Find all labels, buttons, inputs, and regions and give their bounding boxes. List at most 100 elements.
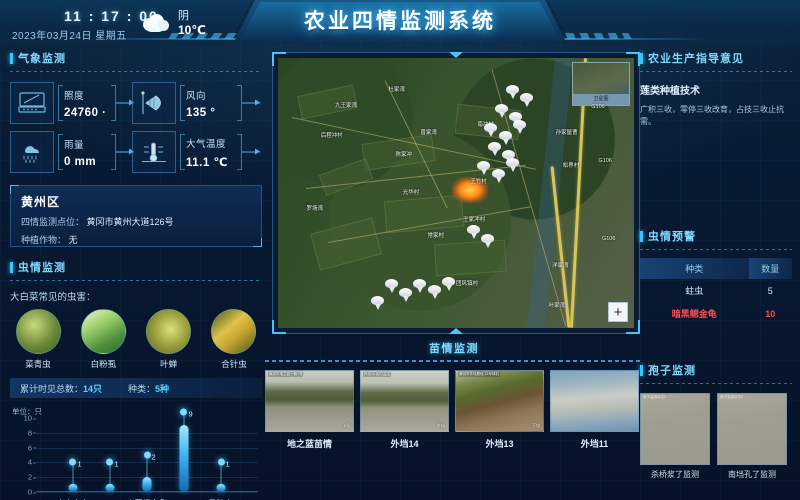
spore-feed-thumbnail[interactable]: 孢子监测点位2 (717, 393, 787, 465)
chart-bar[interactable]: 2小菜蛾金龟 (127, 418, 167, 500)
map-location-marker-icon[interactable] (477, 160, 491, 175)
camera-item[interactable]: 外垱14 实时监控 外垱 外垱14 (360, 370, 449, 450)
panel-accent-bar (640, 364, 643, 376)
map-canvas[interactable]: 卫星图 + 杜家湾九王家湾后程冲村曾家湾南冲村孙家屋曹陈家冲松界村王竹村光华村罗… (278, 58, 634, 328)
map-location-marker-icon[interactable] (491, 168, 505, 183)
pest-label: 叶蝉 (160, 359, 178, 369)
pest-item[interactable]: 叶蝉 (141, 309, 197, 370)
map-location-marker-icon[interactable] (384, 279, 398, 294)
chart-bar-dot (143, 451, 151, 459)
camera-item[interactable]: 外垱11 (550, 370, 639, 450)
chart-y-tick: 0 (27, 487, 37, 497)
camera-item[interactable]: 黄冈市外垱基地 13号球机 下垱 外垱13 (455, 370, 544, 450)
pest-item[interactable]: 菜青虫 (10, 309, 66, 370)
thermometer-sensor-icon (132, 131, 176, 173)
chart-y-tick: 4 (27, 457, 37, 467)
metric-illuminance: 照度 24760 · (58, 82, 134, 124)
map-place-label: 曾家湾 (420, 130, 437, 137)
map-location-marker-icon[interactable] (488, 141, 502, 156)
map-location-marker-icon[interactable] (512, 120, 526, 135)
panel-accent-bar (640, 52, 643, 64)
guidance-heading: 莲类种植技术 (640, 86, 700, 97)
chart-bar-dot (217, 458, 225, 466)
map-zoom-in-button[interactable]: + (608, 302, 628, 322)
map-place-label: 松界村 (562, 162, 580, 169)
map-place-label: 杜家湾 (388, 87, 405, 93)
camera-osd-corner-text: 外垱 (437, 423, 445, 428)
map-location-marker-icon[interactable] (480, 233, 494, 248)
chart-bar-value: 1 (77, 459, 82, 469)
camera-item[interactable]: 黄冈市地之蓝一期1号 1号 地之蓝苗情 (265, 370, 354, 450)
chart-bar[interactable]: 1马蹄虫 (209, 418, 233, 500)
chart-bar-dot (69, 458, 77, 466)
spore-item[interactable]: 孢子监测点位1 杀桥浆了监测 (640, 393, 710, 480)
map-location-marker-icon[interactable] (399, 287, 413, 302)
map-location-marker-icon[interactable] (505, 157, 519, 172)
page-title: 农业四情监测系统 (304, 10, 496, 33)
cloud-icon (140, 13, 170, 34)
map-location-marker-icon[interactable] (466, 225, 480, 240)
pest-item[interactable]: 合针虫 (206, 309, 262, 370)
map-bottom-marker-icon (449, 328, 463, 334)
clock-time: 11 : 17 : 00 (64, 8, 159, 24)
chart-bar[interactable]: 1 (105, 418, 119, 492)
pest-monitoring-panel: 虫情监测 大白菜常见的虫害： 菜青虫 白粉虱 叶蝉 合针虫 累计时见总数：14只… (10, 259, 262, 398)
spore-item[interactable]: 孢子监测点位2 南垱孔了监测 (717, 393, 787, 480)
map-place-label: 罗场湾 (306, 205, 323, 212)
pest-item[interactable]: 白粉虱 (75, 309, 131, 370)
map-place-label: 王竹村 (470, 178, 487, 185)
map-location-marker-icon[interactable] (427, 284, 441, 299)
camera-feed-thumbnail[interactable]: 黄冈市地之蓝一期1号 1号 (265, 370, 354, 432)
clock-block: 11 : 17 : 00 2023年03月24日 星期五 (12, 8, 159, 42)
chart-bar-fill (68, 484, 78, 492)
region-site-row: 四情监测点位： 黄冈市黄州大道126号 (21, 215, 251, 228)
rain-sensor-icon (10, 131, 54, 173)
map-location-marker-icon[interactable] (520, 93, 534, 108)
pest-photo-leafhopper (146, 309, 192, 354)
metric-illuminance-value: 24760 · (64, 106, 107, 119)
chart-bar-value: 1 (225, 459, 230, 469)
region-site-value: 黄冈市黄州大道126号 (86, 217, 174, 227)
pest-panel-header: 虫情监测 (10, 259, 262, 275)
map-location-marker-icon[interactable] (484, 122, 498, 137)
camera-feed-thumbnail[interactable]: 黄冈市外垱基地 13号球机 下垱 (455, 370, 544, 432)
table-row[interactable]: 蛀虫 5 (640, 279, 792, 302)
map-location-marker-icon[interactable] (505, 85, 519, 99)
chart-bar[interactable]: 1农士害虫 (56, 418, 88, 500)
chart-y-tick: 10 (23, 413, 37, 423)
spore-feed-thumbnail[interactable]: 孢子监测点位1 (640, 393, 710, 465)
map-location-marker-icon[interactable] (495, 103, 509, 118)
cell-count: 5 (767, 285, 773, 296)
region-crop-row: 种植作物： 无 (21, 233, 251, 246)
camera-osd-text: 黄冈市外垱基地 13号球机 (458, 372, 500, 377)
pest-photo-cabbage-worm (15, 309, 61, 354)
map-location-marker-icon[interactable] (413, 279, 427, 294)
map-place-label: 后程冲村 (320, 132, 343, 139)
pest-photo-whitefly (80, 309, 126, 354)
panel-divider (10, 280, 262, 281)
pest-thumbnail-list: 菜青虫 白粉虱 叶蝉 合针虫 (10, 309, 262, 370)
metric-air-temperature-label: 大气温度 (186, 138, 227, 150)
warning-table: 种类 数量 蛀虫 5 暗黑鳃金龟 10 (640, 258, 792, 325)
pest-kind-label: 种类： (128, 383, 156, 394)
cell-kind: 暗黑鳃金龟 (671, 309, 717, 319)
map-location-marker-icon[interactable] (370, 295, 384, 310)
chart-bar[interactable]: 9 (179, 408, 193, 492)
table-row[interactable]: 暗黑鳃金龟 10 (640, 302, 792, 325)
camera-feed-thumbnail[interactable] (550, 370, 639, 432)
panel-divider (640, 383, 792, 384)
camera-osd-corner-text: 1号 (343, 423, 350, 428)
satellite-map-panel[interactable]: 卫星图 + 杜家湾九王家湾后程冲村曾家湾南冲村孙家屋曹陈家冲松界村王竹村光华村罗… (272, 52, 640, 334)
spore-osd-text: 孢子监测点位1 (643, 395, 666, 399)
chart-bar-value: 1 (114, 459, 119, 469)
pest-subtitle: 大白菜常见的虫害： (10, 292, 96, 303)
camera-feed-thumbnail[interactable]: 外垱14 实时监控 外垱 (360, 370, 449, 432)
map-inset-thumbnail[interactable]: 卫星图 (572, 62, 630, 106)
panel-divider (640, 71, 792, 72)
map-location-marker-icon[interactable] (441, 276, 455, 291)
camera-label: 地之蓝苗情 (286, 439, 332, 449)
spore-panel-header: 孢子监测 (640, 362, 792, 378)
pest-panel-title: 虫情监测 (18, 262, 66, 274)
pest-label: 合针虫 (221, 359, 247, 369)
guidance-panel: 农业生产指导意见 莲类种植技术 广积三收，零停三收改育，占技三收止抗需。 (640, 50, 792, 128)
